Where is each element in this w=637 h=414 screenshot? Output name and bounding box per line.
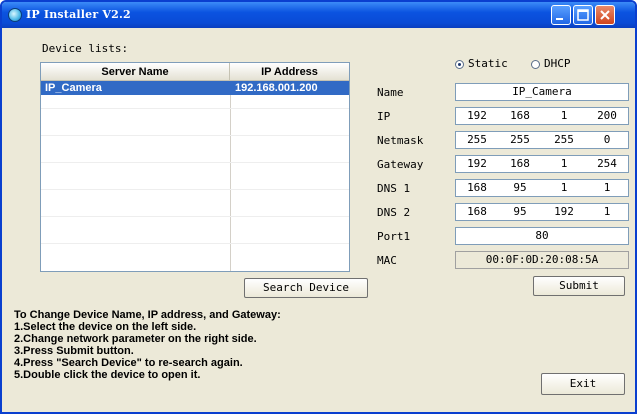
gateway-input[interactable]: 192 168 1 254 — [455, 155, 629, 173]
static-radio-label: Static — [468, 57, 508, 70]
gateway-octet-1[interactable]: 192 — [456, 156, 498, 172]
netmask-octet-2[interactable]: 255 — [498, 132, 542, 148]
dhcp-radio-label: DHCP — [544, 57, 571, 70]
dns1-octet-4[interactable]: 1 — [586, 180, 628, 196]
dns1-octet-1[interactable]: 168 — [456, 180, 498, 196]
ip-installer-window: IP Installer V2.2 Device lists: Server N… — [0, 0, 637, 414]
maximize-button[interactable] — [573, 5, 593, 25]
dns2-octet-1[interactable]: 168 — [456, 204, 498, 220]
device-list-label: Device lists: — [42, 42, 129, 55]
device-name-cell: IP_Camera — [45, 82, 102, 94]
dns1-octet-3[interactable]: 1 — [542, 180, 586, 196]
row-line — [41, 216, 349, 217]
instruction-step: 4.Press "Search Device" to re-search aga… — [14, 357, 243, 369]
instructions-heading: To Change Device Name, IP address, and G… — [14, 309, 281, 321]
netmask-octet-3[interactable]: 255 — [542, 132, 586, 148]
ip-input[interactable]: 192 168 1 200 — [455, 107, 629, 125]
netmask-label: Netmask — [377, 134, 424, 147]
ip-octet-1[interactable]: 192 — [456, 108, 498, 124]
gateway-label: Gateway — [377, 158, 424, 171]
row-line — [41, 135, 349, 136]
column-header-server-name[interactable]: Server Name — [41, 63, 230, 81]
dns1-input[interactable]: 168 95 1 1 — [455, 179, 629, 197]
device-list[interactable]: Server Name IP Address IP_Camera 192.168… — [40, 62, 350, 272]
dns2-octet-3[interactable]: 192 — [542, 204, 586, 220]
dns1-octet-2[interactable]: 95 — [498, 180, 542, 196]
window-title: IP Installer V2.2 — [26, 8, 131, 21]
netmask-octet-4[interactable]: 0 — [586, 132, 628, 148]
dns1-label: DNS 1 — [377, 182, 411, 195]
netmask-input[interactable]: 255 255 255 0 — [455, 131, 629, 149]
static-radio[interactable] — [455, 60, 464, 69]
close-icon — [600, 10, 610, 20]
dns2-label: DNS 2 — [377, 206, 411, 219]
mac-value: 00:0F:0D:20:08:5A — [455, 251, 629, 269]
title-bar[interactable]: IP Installer V2.2 — [2, 2, 635, 28]
exit-button[interactable]: Exit — [541, 373, 625, 395]
ip-octet-2[interactable]: 168 — [498, 108, 542, 124]
instruction-step: 1.Select the device on the left side. — [14, 321, 197, 333]
name-input[interactable]: IP_Camera — [455, 83, 629, 101]
gateway-octet-3[interactable]: 1 — [542, 156, 586, 172]
column-header-ip-address[interactable]: IP Address — [230, 63, 349, 81]
dns2-octet-2[interactable]: 95 — [498, 204, 542, 220]
minimize-icon — [556, 18, 563, 20]
minimize-button[interactable] — [551, 5, 571, 25]
ip-octet-3[interactable]: 1 — [542, 108, 586, 124]
name-label: Name — [377, 86, 404, 99]
row-line — [41, 108, 349, 109]
table-row[interactable]: IP_Camera 192.168.001.200 — [41, 81, 349, 95]
row-line — [41, 243, 349, 244]
search-device-button[interactable]: Search Device — [244, 278, 368, 298]
instruction-step: 3.Press Submit button. — [14, 345, 134, 357]
device-ip-cell: 192.168.001.200 — [235, 82, 318, 94]
ip-label: IP — [377, 110, 391, 123]
row-line — [41, 189, 349, 190]
dns2-input[interactable]: 168 95 192 1 — [455, 203, 629, 221]
gateway-octet-2[interactable]: 168 — [498, 156, 542, 172]
dhcp-radio[interactable] — [531, 60, 540, 69]
submit-button[interactable]: Submit — [533, 276, 625, 296]
ip-installer-app-icon — [8, 8, 22, 22]
port-label: Port1 — [377, 230, 411, 243]
instruction-step: 5.Double click the device to open it. — [14, 369, 201, 381]
gateway-octet-4[interactable]: 254 — [586, 156, 628, 172]
close-button[interactable] — [595, 5, 615, 25]
instruction-step: 2.Change network parameter on the right … — [14, 333, 257, 345]
radio-selected-dot — [458, 63, 461, 66]
mac-label: MAC — [377, 254, 397, 267]
dns2-octet-4[interactable]: 1 — [586, 204, 628, 220]
netmask-octet-1[interactable]: 255 — [456, 132, 498, 148]
row-line — [41, 162, 349, 163]
maximize-icon — [577, 9, 589, 21]
port-input[interactable]: 80 — [455, 227, 629, 245]
ip-octet-4[interactable]: 200 — [586, 108, 628, 124]
